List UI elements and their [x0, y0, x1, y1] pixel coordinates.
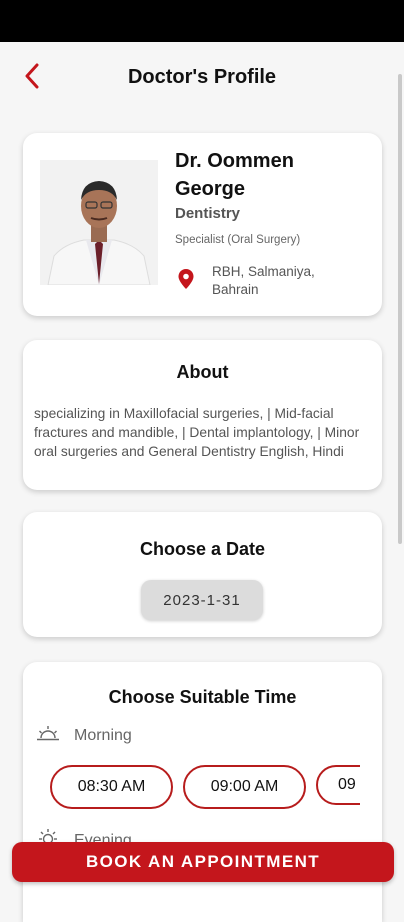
about-title: About — [176, 362, 229, 382]
date-card: Choose a Date 2023-1-31 — [23, 512, 382, 637]
map-pin-icon — [177, 268, 195, 295]
morning-slots: 08:30 AM 09:00 AM 09 — [50, 765, 360, 811]
page-title: Doctor's Profile — [127, 66, 277, 88]
book-appointment-button[interactable]: BOOK AN APPOINTMENT — [12, 842, 394, 882]
doctor-location: RBH, Salmaniya, Bahrain — [212, 264, 315, 297]
doctor-specialty: Dentistry — [175, 205, 241, 222]
time-title: Choose Suitable Time — [108, 687, 297, 707]
scrollbar[interactable] — [398, 74, 402, 544]
sunrise-icon — [36, 725, 60, 746]
status-bar — [0, 0, 404, 42]
time-slot[interactable]: 09:00 AM — [183, 765, 306, 809]
time-slot[interactable]: 09 — [316, 765, 360, 805]
time-slot[interactable]: 08:30 AM — [50, 765, 173, 809]
doctor-profile-card: Dr. Oommen George Dentistry Specialist (… — [23, 133, 382, 316]
date-title: Choose a Date — [139, 539, 266, 559]
doctor-subtitle: Specialist (Oral Surgery) — [175, 234, 301, 246]
time-card: Choose Suitable Time Morning 08:30 AM 09… — [23, 662, 382, 922]
about-card: About specializing in Maxillofacial surg… — [23, 340, 382, 490]
doctor-name: Dr. Oommen George — [175, 150, 294, 200]
date-picker-chip[interactable]: 2023-1-31 — [141, 580, 263, 620]
morning-label: Morning — [74, 726, 132, 744]
morning-row: Morning — [36, 725, 132, 746]
doctor-avatar — [40, 160, 158, 285]
about-text: specializing in Maxillofacial surgeries,… — [34, 406, 360, 459]
app-header: Doctor's Profile — [0, 42, 404, 112]
